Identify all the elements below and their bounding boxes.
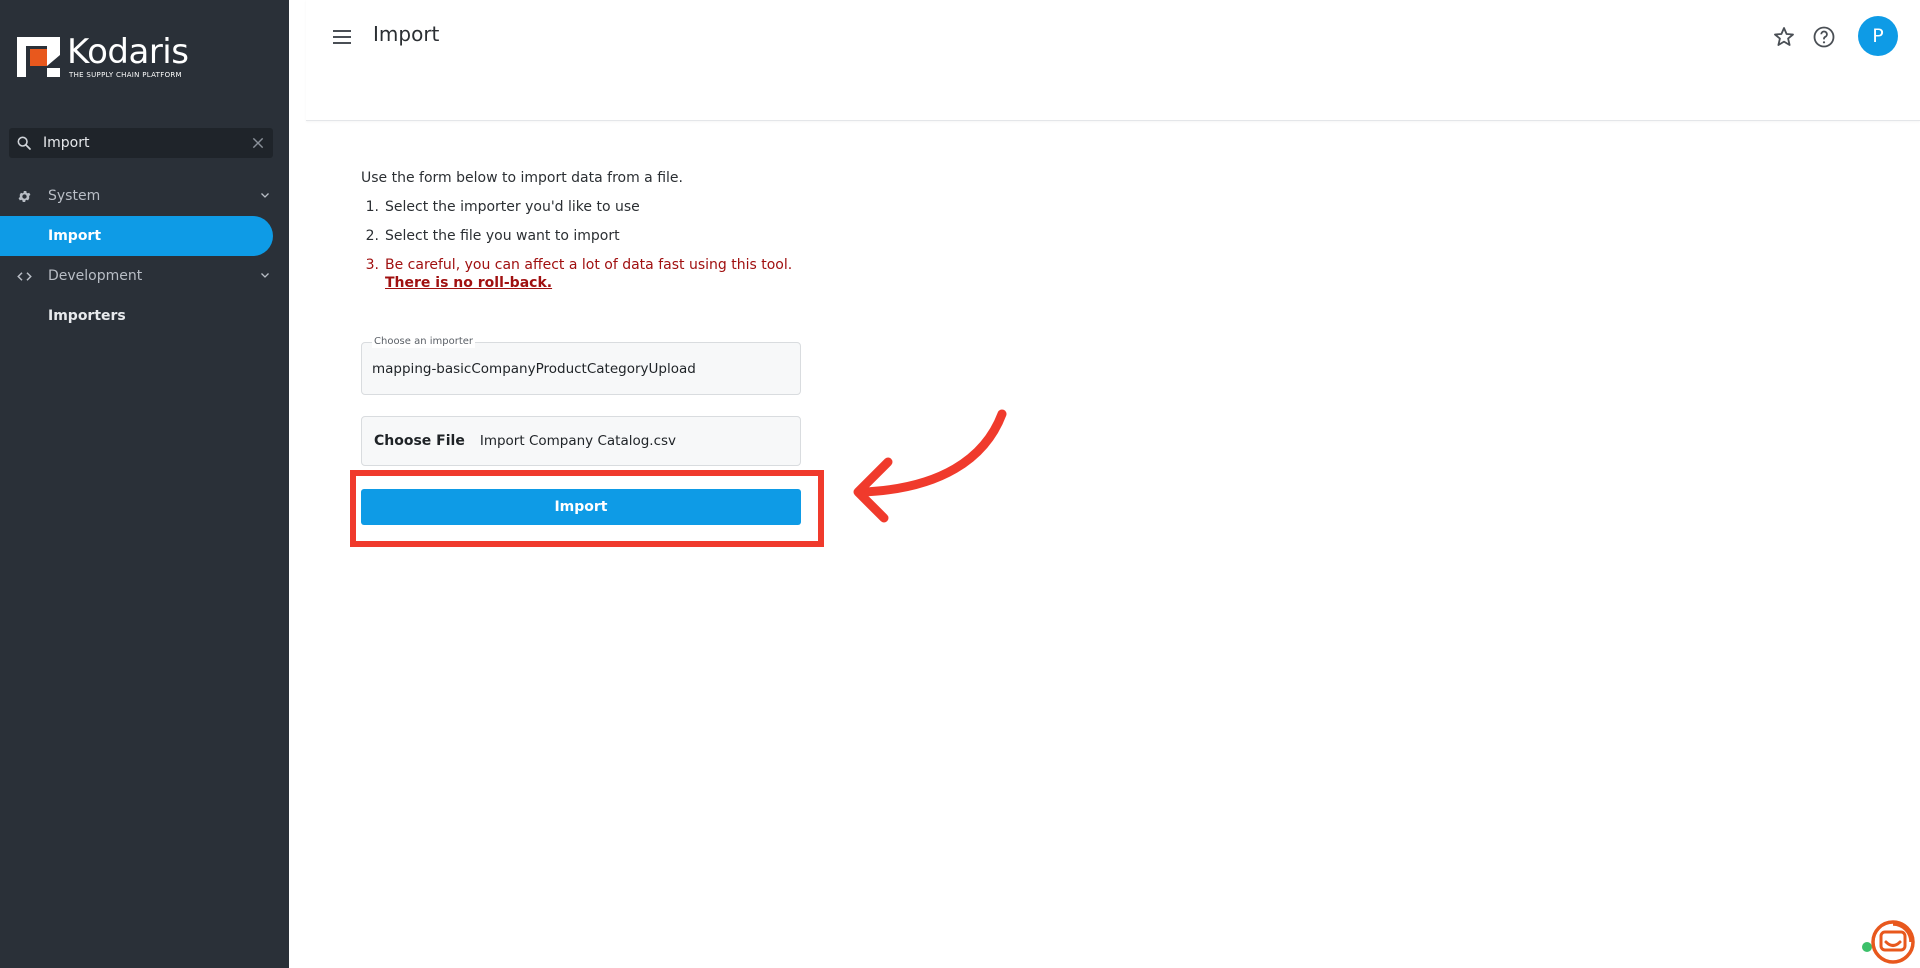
sidebar-search <box>9 128 273 158</box>
page-title: Import <box>373 22 440 46</box>
instruction-step: 1. Select the importer you'd like to use <box>361 198 861 216</box>
app-root: Kodaris THE SUPPLY CHAIN PLATFORM System <box>0 0 1920 968</box>
hamburger-menu-icon[interactable] <box>330 25 354 49</box>
step-text: Select the importer you'd like to use <box>385 199 640 215</box>
instruction-list: 1. Select the importer you'd like to use… <box>361 198 861 292</box>
warning-text: Be careful, you can affect a lot of data… <box>385 256 795 292</box>
importer-select[interactable]: Choose an importer mapping-basicCompanyP… <box>361 336 801 395</box>
selected-file-name: Import Company Catalog.csv <box>479 433 677 449</box>
brand-logo[interactable]: Kodaris THE SUPPLY CHAIN PLATFORM <box>17 32 189 80</box>
sidebar-nav: System Import Development Importers <box>0 176 289 336</box>
sidebar-group-system[interactable]: System <box>0 176 289 216</box>
step-number: 2. <box>365 228 379 244</box>
code-icon <box>15 269 33 284</box>
gear-icon <box>15 189 33 204</box>
clear-search-icon[interactable] <box>243 136 273 150</box>
brand-name: Kodaris <box>67 32 189 72</box>
annotation-highlight-box <box>350 470 824 547</box>
chat-support-icon[interactable] <box>1867 918 1915 966</box>
sidebar-group-development[interactable]: Development <box>0 256 289 296</box>
import-form: Use the form below to import data from a… <box>361 170 861 525</box>
sidebar-group-label: System <box>48 188 101 204</box>
sidebar-item-import[interactable]: Import <box>0 216 273 256</box>
sidebar-group-label: Development <box>48 268 143 284</box>
sidebar-search-input[interactable] <box>39 135 243 151</box>
annotation-arrow-icon <box>853 409 1007 523</box>
step-number: 1. <box>365 199 379 215</box>
intro-text: Use the form below to import data from a… <box>361 170 683 186</box>
step-number: 3. <box>365 257 379 273</box>
search-icon <box>9 135 39 151</box>
step-text: Be careful, you can affect a lot of data… <box>385 257 793 273</box>
choose-file-button[interactable]: Choose File <box>374 433 465 449</box>
brand-tagline: THE SUPPLY CHAIN PLATFORM <box>69 71 182 79</box>
user-avatar[interactable]: P <box>1858 16 1898 56</box>
help-icon[interactable] <box>1812 25 1836 49</box>
importer-select-label: Choose an importer <box>372 336 476 348</box>
instruction-step: 2. Select the file you want to import <box>361 227 861 245</box>
step-text: Select the file you want to import <box>385 228 620 244</box>
top-header: Import P <box>306 0 1920 121</box>
no-rollback-warning: There is no roll-back. <box>385 275 553 291</box>
importer-select-value: mapping-basicCompanyProductCategoryUploa… <box>372 361 696 377</box>
star-icon[interactable] <box>1772 25 1796 49</box>
brand-wordmark: Kodaris THE SUPPLY CHAIN PLATFORM <box>67 32 189 79</box>
sidebar: Kodaris THE SUPPLY CHAIN PLATFORM System <box>0 0 289 968</box>
warning-step: 3. Be careful, you can affect a lot of d… <box>361 256 861 292</box>
sidebar-item-importers[interactable]: Importers <box>0 296 289 336</box>
chevron-down-icon <box>259 189 271 205</box>
kodaris-logo-icon <box>17 35 61 79</box>
chevron-down-icon <box>259 269 271 285</box>
file-input: Choose File Import Company Catalog.csv <box>361 416 801 466</box>
